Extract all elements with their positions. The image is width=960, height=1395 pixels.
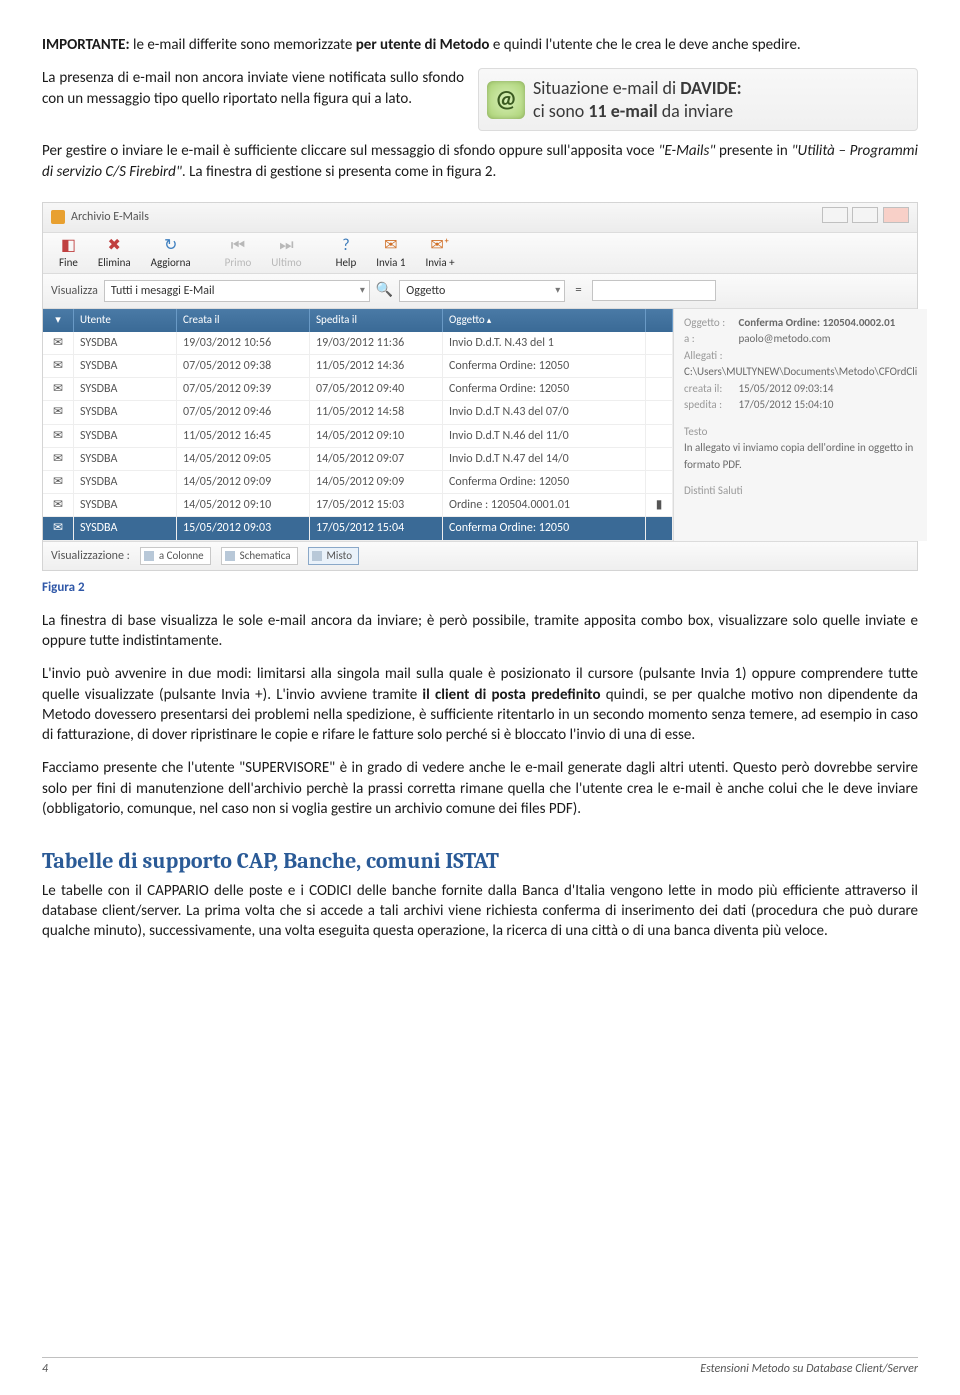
notification-line2: ci sono 11 e-mail da inviare	[533, 100, 903, 123]
table-row[interactable]: ✉SYSDBA07/05/2012 09:3907/05/2012 09:40C…	[43, 378, 673, 401]
window-buttons	[820, 207, 909, 228]
send-one-icon: ✉	[384, 237, 397, 255]
figure-caption: Figura 2	[42, 579, 918, 597]
notification-line1: Situazione e-mail di DAVIDE:	[533, 77, 903, 100]
notification-panel: @ Situazione e-mail di DAVIDE: ci sono 1…	[478, 68, 918, 131]
window-title: Archivio E-Mails	[71, 209, 149, 225]
help-icon: ?	[342, 237, 349, 255]
col-marker[interactable]: ▾	[43, 309, 74, 332]
col-oggetto[interactable]: Oggetto	[443, 309, 646, 332]
ultimo-button[interactable]: ⏭Ultimo	[261, 233, 311, 273]
status-bar: Visualizzazione : a Colonne Schematica M…	[43, 541, 917, 571]
window-app-icon	[51, 210, 65, 224]
footer-title: Estensioni Metodo su Database Client/Ser…	[700, 1361, 918, 1377]
table-row[interactable]: ✉SYSDBA19/03/2012 10:5619/03/2012 11:36I…	[43, 332, 673, 355]
paragraph-7: Le tabelle con il CAPPARIO delle poste e…	[42, 881, 918, 942]
help-button[interactable]: ?Help	[326, 233, 367, 273]
filter-bar: Visualizza Tutti i mesaggi E-Mail 🔍 Ogge…	[43, 274, 917, 309]
detail-pane: Oggetto : Conferma Ordine: 120504.0002.0…	[674, 309, 927, 541]
at-icon: @	[487, 81, 525, 119]
elimina-button[interactable]: ✖Elimina	[88, 233, 141, 273]
minimize-button[interactable]	[822, 207, 848, 223]
page-number: 4	[42, 1361, 48, 1377]
invia1-button[interactable]: ✉Invia 1	[366, 233, 415, 273]
table-row[interactable]: ✉SYSDBA14/05/2012 09:1017/05/2012 15:03O…	[43, 494, 673, 517]
last-icon: ⏭	[279, 237, 293, 255]
visualizza-combo[interactable]: Tutti i mesaggi E-Mail	[104, 280, 370, 302]
archive-window: Archivio E-Mails ◧Fine ✖Elimina ↻Aggiorn…	[42, 202, 918, 572]
first-icon: ⏮	[231, 237, 245, 255]
email-grid[interactable]: ▾ Utente Creata il Spedita il Oggetto ✉S…	[43, 309, 674, 541]
page-footer: 4 Estensioni Metodo su Database Client/S…	[42, 1357, 918, 1377]
table-row[interactable]: ✉SYSDBA07/05/2012 09:3811/05/2012 14:36C…	[43, 355, 673, 378]
col-scroll	[646, 309, 673, 332]
primo-button[interactable]: ⏮Primo	[215, 233, 262, 273]
col-utente[interactable]: Utente	[74, 309, 177, 332]
table-row[interactable]: ✉SYSDBA15/05/2012 09:0317/05/2012 15:04C…	[43, 517, 673, 540]
view-colonne-button[interactable]: a Colonne	[140, 547, 211, 566]
delete-icon: ✖	[108, 237, 121, 255]
table-row[interactable]: ✉SYSDBA11/05/2012 16:4514/05/2012 09:10I…	[43, 425, 673, 448]
aggiorna-button[interactable]: ↻Aggiorna	[141, 233, 201, 273]
equals-label: =	[571, 282, 585, 300]
col-spedita[interactable]: Spedita il	[310, 309, 443, 332]
table-row[interactable]: ✉SYSDBA07/05/2012 09:4611/05/2012 14:58I…	[43, 401, 673, 424]
paragraph-5: L'invio può avvenire in due modi: limita…	[42, 664, 918, 745]
paragraph-importante: IMPORTANTE: le e-mail differite sono mem…	[42, 35, 918, 55]
paragraph-gestione: Per gestire o inviare le e-mail è suffic…	[42, 141, 918, 182]
col-creata[interactable]: Creata il	[177, 309, 310, 332]
visualizza-label: Visualizza	[51, 283, 98, 299]
paragraph-6: Facciamo presente che l'utente "SUPERVIS…	[42, 758, 918, 819]
exit-icon: ◧	[61, 237, 76, 255]
table-row[interactable]: ✉SYSDBA14/05/2012 09:0514/05/2012 09:07I…	[43, 448, 673, 471]
viz-label: Visualizzazione :	[51, 548, 130, 564]
view-misto-button[interactable]: Misto	[308, 547, 360, 566]
search-icon: 🔍	[376, 281, 393, 300]
window-titlebar: Archivio E-Mails	[43, 203, 917, 233]
filter-input[interactable]	[592, 280, 716, 301]
oggetto-combo[interactable]: Oggetto	[399, 280, 565, 302]
refresh-icon: ↻	[164, 237, 177, 255]
inviap-button[interactable]: ✉⁺Invia +	[415, 233, 464, 273]
maximize-button[interactable]	[852, 207, 878, 223]
view-schematica-button[interactable]: Schematica	[221, 547, 298, 566]
section-heading: Tabelle di supporto CAP, Banche, comuni …	[42, 847, 918, 877]
table-row[interactable]: ✉SYSDBA14/05/2012 09:0914/05/2012 09:09C…	[43, 471, 673, 494]
paragraph-4: La finestra di base visualizza le sole e…	[42, 611, 918, 652]
close-button[interactable]	[883, 207, 909, 223]
send-all-icon: ✉⁺	[430, 237, 449, 255]
toolbar: ◧Fine ✖Elimina ↻Aggiorna ⏮Primo ⏭Ultimo …	[43, 233, 917, 274]
fine-button[interactable]: ◧Fine	[49, 233, 88, 273]
grid-header: ▾ Utente Creata il Spedita il Oggetto	[43, 309, 673, 332]
